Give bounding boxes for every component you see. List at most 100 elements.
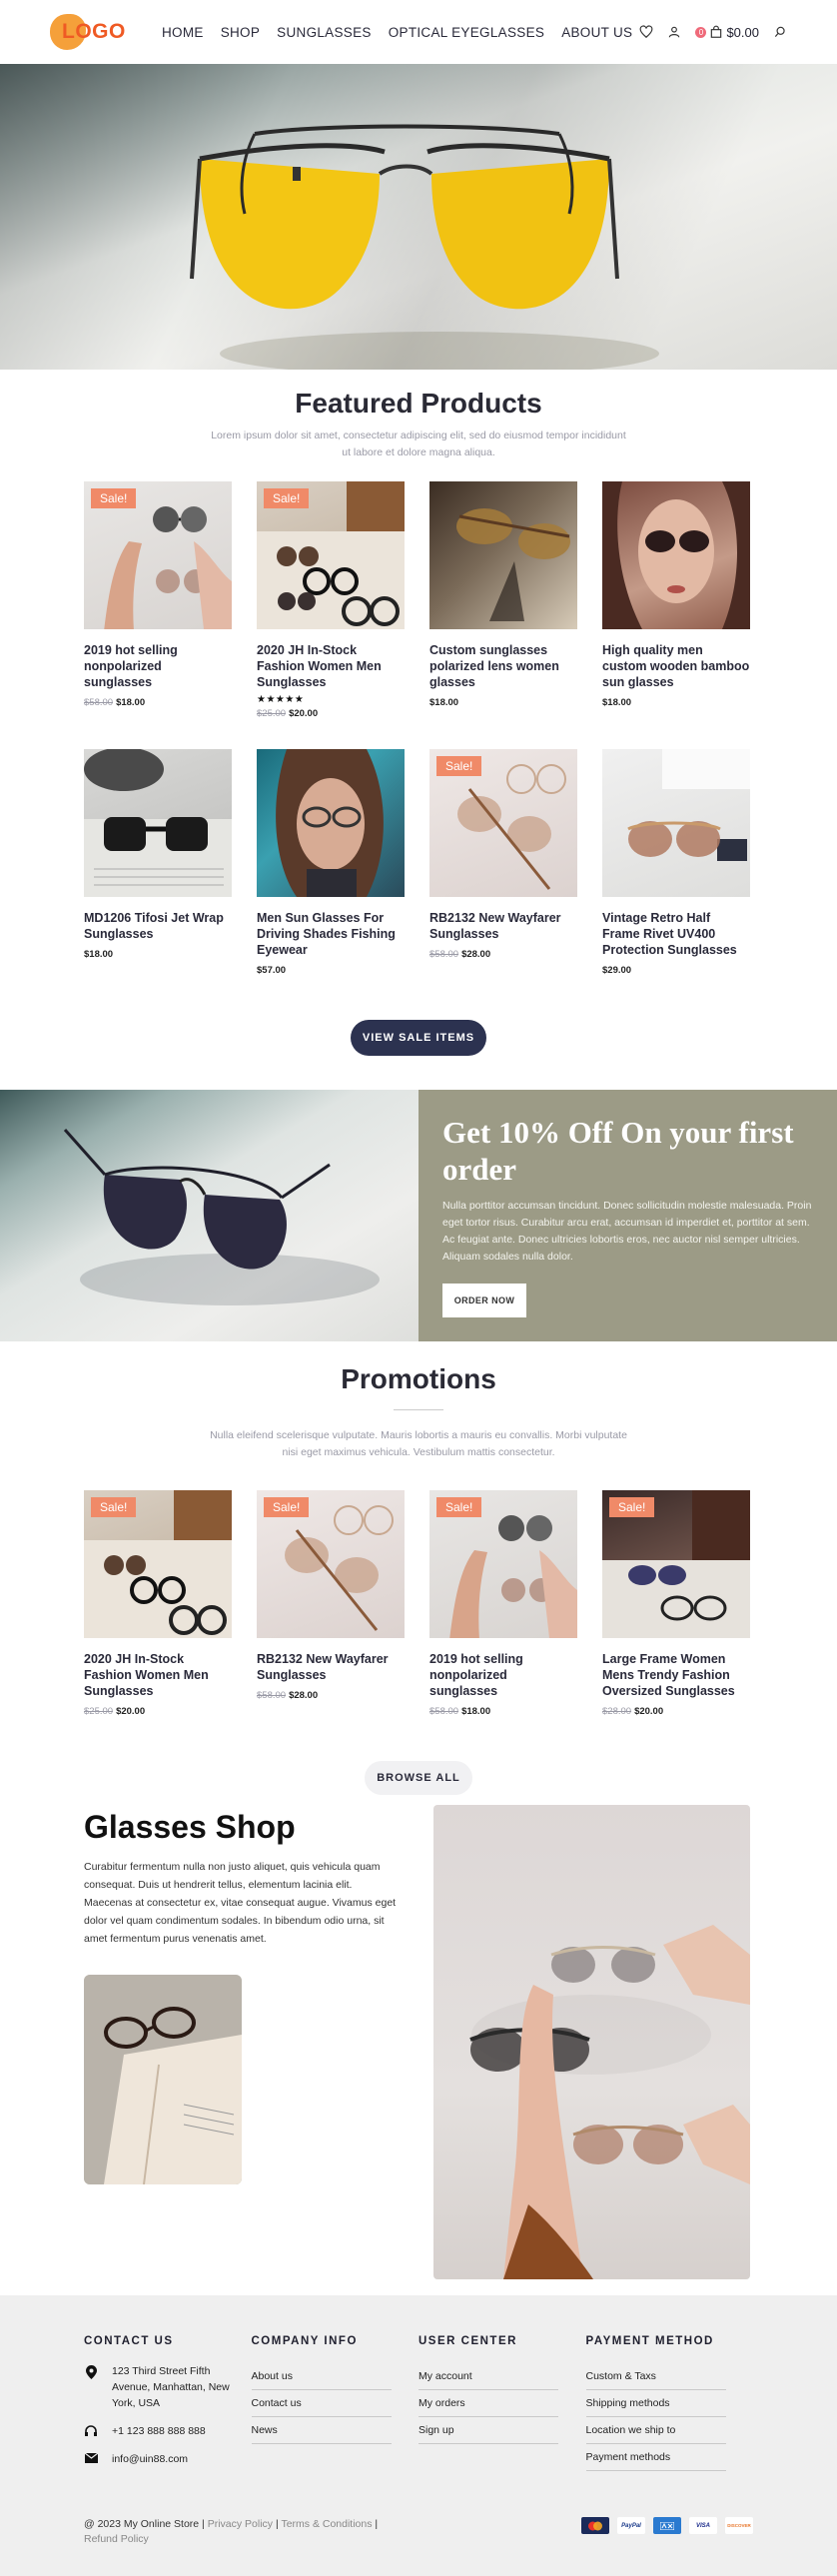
product-title[interactable]: 2020 JH In-Stock Fashion Women Men Sungl…	[84, 1651, 232, 1699]
promotions-subtitle: Nulla eleifend scelerisque vulputate. Ma…	[210, 1429, 627, 1458]
old-price: $25.00	[257, 708, 287, 719]
product-title[interactable]: Large Frame Women Mens Trendy Fashion Ov…	[602, 1651, 750, 1699]
nav-shop[interactable]: SHOP	[221, 25, 260, 40]
footer-bottom: @ 2023 My Online Store | Privacy Policy …	[84, 2517, 753, 2547]
order-now-button[interactable]: ORDER NOW	[442, 1284, 526, 1317]
footer-heading: PAYMENT METHOD	[585, 2335, 714, 2347]
browse-all-button[interactable]: BROWSE ALL	[365, 1761, 472, 1795]
product-title[interactable]: 2020 JH In-Stock Fashion Women Men Sungl…	[257, 642, 405, 690]
sale-badge: Sale!	[436, 756, 482, 776]
email-text[interactable]: info@uin88.com	[112, 2451, 188, 2467]
footer-link-payment-methods[interactable]: Payment methods	[585, 2444, 726, 2471]
product-image[interactable]	[84, 749, 232, 897]
footer-link-my-orders[interactable]: My orders	[418, 2390, 558, 2417]
product-image[interactable]: Sale!	[257, 481, 405, 629]
product-image[interactable]: Sale!	[602, 1490, 750, 1638]
product-card[interactable]: Sale! Large Frame Women Mens Trendy Fash…	[602, 1490, 750, 1717]
current-price: $18.00	[602, 697, 632, 708]
product-image[interactable]	[602, 749, 750, 897]
old-price: $58.00	[429, 949, 459, 960]
product-image[interactable]: Sale!	[429, 1490, 577, 1638]
site-footer: CONTACT US 123 Third Street Fifth Avenue…	[0, 2295, 837, 2576]
contact-email: info@uin88.com	[84, 2451, 252, 2467]
phone-text[interactable]: +1 123 888 888 888	[112, 2423, 206, 2439]
footer-link-about-us[interactable]: About us	[251, 2363, 392, 2390]
old-price: $58.00	[84, 697, 114, 708]
product-card[interactable]: Sale! 2020 JH In-Stock Fashion Women Men…	[257, 481, 405, 719]
footer-link-contact-us[interactable]: Contact us	[251, 2390, 392, 2417]
banner-content: Get 10% Off On your first order Nulla po…	[418, 1090, 837, 1341]
product-price: $25.00 $20.00	[84, 1706, 232, 1717]
product-card[interactable]: Sale! 2019 hot selling nonpolarized sung…	[429, 1490, 577, 1717]
logo-text: LOGO	[62, 20, 126, 43]
nav-about-us[interactable]: ABOUT US	[561, 25, 632, 40]
product-image[interactable]: Sale!	[257, 1490, 405, 1638]
discount-banner: Get 10% Off On your first order Nulla po…	[0, 1090, 837, 1341]
footer-link-shipping-methods[interactable]: Shipping methods	[585, 2390, 726, 2417]
product-price: $28.00 $20.00	[602, 1706, 750, 1717]
product-image[interactable]	[602, 481, 750, 629]
product-image[interactable]: Sale!	[429, 749, 577, 897]
product-title[interactable]: RB2132 New Wayfarer Sunglasses	[429, 910, 577, 942]
product-card[interactable]: Sale! 2020 JH In-Stock Fashion Women Men…	[84, 1490, 232, 1717]
product-photo	[602, 481, 750, 629]
nav-optical-eyeglasses[interactable]: OPTICAL EYEGLASSES	[389, 25, 544, 40]
view-sale-items-button[interactable]: VIEW SALE ITEMS	[351, 1020, 486, 1056]
copyright: @ 2023 My Online Store | Privacy Policy …	[84, 2518, 379, 2545]
product-title[interactable]: RB2132 New Wayfarer Sunglasses	[257, 1651, 405, 1683]
cart-total: $0.00	[726, 24, 759, 40]
terms-link[interactable]: Terms & Conditions	[281, 2518, 372, 2530]
promotions-grid: Sale! 2020 JH In-Stock Fashion Women Men…	[0, 1490, 837, 1717]
product-photo	[84, 749, 232, 897]
user-icon[interactable]	[667, 25, 681, 39]
product-title[interactable]: 2019 hot selling nonpolarized sunglasses	[429, 1651, 577, 1699]
sale-badge: Sale!	[609, 1497, 655, 1517]
footer-link-custom-taxs[interactable]: Custom & Taxs	[585, 2363, 726, 2390]
product-price: $58.00 $18.00	[84, 697, 232, 708]
old-price: $58.00	[429, 1706, 459, 1717]
product-card[interactable]: Men Sun Glasses For Driving Shades Fishi…	[257, 749, 405, 976]
product-title[interactable]: Vintage Retro Half Frame Rivet UV400 Pro…	[602, 910, 750, 958]
privacy-policy-link[interactable]: Privacy Policy	[208, 2518, 273, 2530]
product-card[interactable]: Sale! RB2132 New Wayfarer Sunglasses $58…	[257, 1490, 405, 1717]
product-image[interactable]: Sale!	[84, 1490, 232, 1638]
featured-title: Featured Products	[295, 388, 542, 419]
product-title[interactable]: Custom sunglasses polarized lens women g…	[429, 642, 577, 690]
refund-policy-link[interactable]: Refund Policy	[84, 2533, 149, 2545]
footer-link-my-account[interactable]: My account	[418, 2363, 558, 2390]
logo[interactable]: LOGO	[50, 12, 140, 52]
product-card[interactable]: High quality men custom wooden bamboo su…	[602, 481, 750, 719]
product-card[interactable]: MD1206 Tifosi Jet Wrap Sunglasses $18.00	[84, 749, 232, 976]
discover-icon: DISCOVER	[725, 2517, 753, 2534]
divider	[394, 1409, 443, 1410]
product-title[interactable]: High quality men custom wooden bamboo su…	[602, 642, 750, 690]
star-rating: ★★★★★	[257, 694, 305, 705]
hero-sunglasses-image	[190, 124, 659, 370]
footer-link-location-we-ship-to[interactable]: Location we ship to	[585, 2417, 726, 2444]
shop-small-image	[84, 1975, 242, 2184]
product-title[interactable]: Men Sun Glasses For Driving Shades Fishi…	[257, 910, 405, 958]
old-price: $25.00	[84, 1706, 114, 1717]
footer-payment: PAYMENT METHOD Custom & Taxs Shipping me…	[585, 2335, 754, 2479]
footer-link-sign-up[interactable]: Sign up	[418, 2417, 558, 2444]
sale-badge: Sale!	[436, 1497, 482, 1517]
product-image[interactable]	[429, 481, 577, 629]
product-card[interactable]: Sale! 2019 hot selling nonpolarized sung…	[84, 481, 232, 719]
product-card[interactable]: Vintage Retro Half Frame Rivet UV400 Pro…	[602, 749, 750, 976]
product-card[interactable]: Custom sunglasses polarized lens women g…	[429, 481, 577, 719]
nav-sunglasses[interactable]: SUNGLASSES	[277, 25, 372, 40]
search-icon[interactable]	[773, 25, 787, 39]
product-title[interactable]: MD1206 Tifosi Jet Wrap Sunglasses	[84, 910, 232, 942]
product-price: $18.00	[429, 697, 577, 708]
contact-address: 123 Third Street Fifth Avenue, Manhattan…	[84, 2363, 252, 2411]
product-photo	[627, 749, 750, 861]
current-price: $20.00	[289, 708, 319, 719]
product-title[interactable]: 2019 hot selling nonpolarized sunglasses	[84, 642, 232, 690]
product-image[interactable]	[257, 749, 405, 897]
nav-home[interactable]: HOME	[162, 25, 204, 40]
heart-icon[interactable]	[639, 25, 653, 39]
footer-link-news[interactable]: News	[251, 2417, 392, 2444]
cart[interactable]: 0 $0.00	[695, 25, 759, 40]
product-image[interactable]: Sale!	[84, 481, 232, 629]
product-card[interactable]: Sale! RB2132 New Wayfarer Sunglasses $58…	[429, 749, 577, 976]
